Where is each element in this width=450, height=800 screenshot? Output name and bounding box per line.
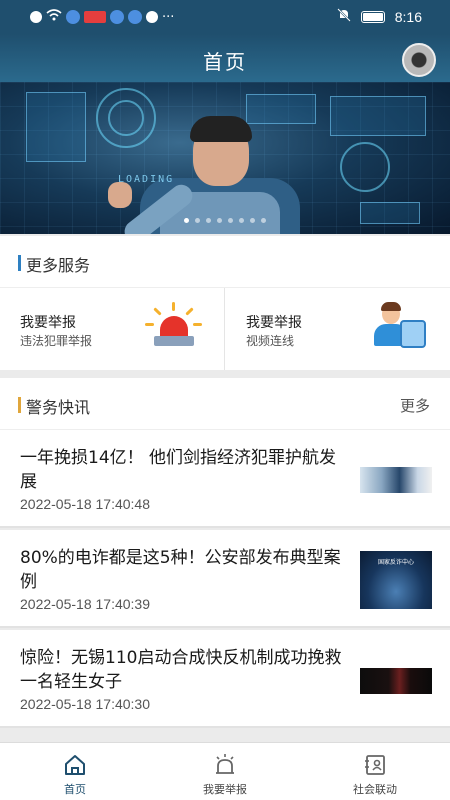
tab-home[interactable]: 首页: [0, 743, 150, 800]
section-accent-bar: [18, 397, 21, 413]
news-date: 2022-05-18 17:40:30: [20, 696, 150, 712]
status-time: 8:16: [394, 8, 422, 25]
hud-ring: [340, 142, 390, 192]
app-badge-icon: [84, 11, 106, 23]
tab-label: 我要举报: [203, 783, 247, 796]
video-operator-icon: [370, 302, 430, 354]
tab-label: 首页: [64, 783, 86, 796]
report-siren-icon: [213, 753, 237, 777]
carousel-dot[interactable]: [184, 218, 189, 223]
news-section-header: 警务快讯 更多: [0, 378, 450, 430]
services-grid: 我要举报 违法犯罪举报 我要举报 视频连线: [0, 288, 450, 370]
shield-icon: [66, 10, 80, 24]
section-title: 警务快讯: [26, 398, 91, 417]
service-report-crime[interactable]: 我要举报 违法犯罪举报: [0, 288, 224, 370]
cloud-icon: [128, 10, 142, 24]
news-date: 2022-05-18 17:40:39: [20, 596, 150, 612]
home-icon: [63, 753, 87, 777]
news-title: 惊险！无锡110启动合成快反机制成功挽救一名轻生女子: [20, 648, 342, 692]
news-title: 一年挽损14亿！ 他们剑指经济犯罪护航发展: [20, 448, 337, 492]
carousel-dot[interactable]: [250, 218, 255, 223]
officer-hair: [190, 116, 252, 142]
tab-label: 社会联动: [353, 783, 397, 796]
siren-icon: [145, 302, 202, 354]
cloud-icon: [110, 10, 124, 24]
tab-report[interactable]: 我要举报: [150, 743, 300, 800]
service-subtitle: 违法犯罪举报: [20, 334, 93, 348]
bottom-tab-bar: 首页 我要举报 社会联动: [0, 742, 450, 800]
news-title: 80%的电诈都是这5种！公安部发布典型案例: [20, 548, 341, 592]
mute-icon: [337, 8, 351, 25]
service-divider: [224, 288, 225, 370]
more-dots-icon: ···: [162, 9, 175, 25]
battery-icon: [360, 10, 385, 23]
carousel-dot[interactable]: [228, 218, 233, 223]
tab-social-linkage[interactable]: 社会联动: [300, 743, 450, 800]
carousel-dot[interactable]: [261, 218, 266, 223]
status-icons: ···: [30, 9, 174, 25]
news-thumbnail: [360, 668, 432, 694]
services-section-header: 更多服务: [0, 236, 450, 288]
wifi-icon: [46, 9, 62, 25]
news-item[interactable]: 80%的电诈都是这5种！公安部发布典型案例 2022-05-18 17:40:3…: [0, 530, 450, 628]
app-header: 首页: [0, 34, 450, 82]
more-news-link[interactable]: 更多: [400, 395, 430, 416]
news-thumbnail: 国家反诈中心: [360, 551, 432, 609]
page-title: 首页: [203, 50, 247, 74]
avatar-icon[interactable]: [402, 43, 436, 77]
service-title: 我要举报: [246, 315, 302, 331]
banner-carousel[interactable]: LOADING: [0, 82, 450, 234]
section-title: 更多服务: [26, 256, 91, 275]
service-title: 我要举报: [20, 315, 76, 331]
hud-panel: [26, 92, 86, 162]
carousel-dot[interactable]: [195, 218, 200, 223]
news-thumbnail: [360, 467, 432, 493]
check-shield-icon: [146, 11, 158, 23]
news-item[interactable]: 一年挽损14亿！ 他们剑指经济犯罪护航发展 2022-05-18 17:40:4…: [0, 430, 450, 528]
carousel-dots: [0, 218, 450, 223]
carousel-dot[interactable]: [206, 218, 211, 223]
news-date: 2022-05-18 17:40:48: [20, 496, 150, 512]
service-subtitle: 视频连线: [246, 334, 295, 348]
contact-card-icon: [363, 753, 387, 777]
thumbnail-caption: 国家反诈中心: [377, 559, 414, 566]
carousel-dot[interactable]: [239, 218, 244, 223]
status-right: 8:16: [337, 8, 422, 25]
hud-ring: [108, 100, 144, 136]
alert-icon: [30, 11, 42, 23]
section-accent-bar: [18, 255, 21, 271]
officer-hand: [108, 182, 132, 208]
hud-panel: [246, 94, 316, 124]
carousel-dot[interactable]: [217, 218, 222, 223]
banner-loading-text: LOADING: [118, 174, 175, 185]
service-video-call[interactable]: 我要举报 视频连线: [226, 288, 450, 370]
news-item[interactable]: 惊险！无锡110启动合成快反机制成功挽救一名轻生女子 2022-05-18 17…: [0, 630, 450, 728]
status-bar: ··· 8:16: [0, 0, 450, 34]
hud-panel: [330, 96, 426, 136]
